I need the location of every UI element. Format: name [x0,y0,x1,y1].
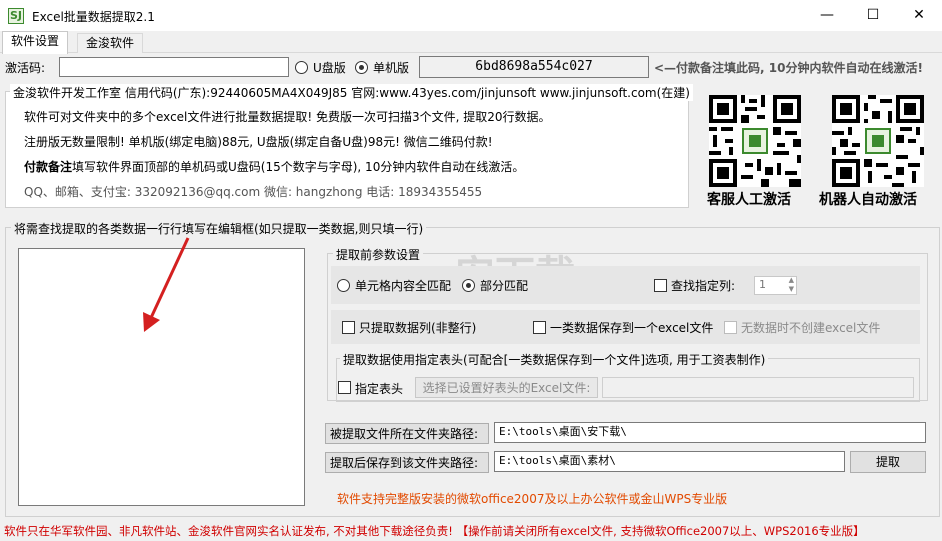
choose-header-file-button[interactable]: 选择已设置好表头的Excel文件: [415,377,598,398]
standalone-version-label: 单机版 [373,61,410,75]
standalone-version-radio[interactable] [355,61,368,74]
source-folder-input[interactable]: E:\tools\桌面\安下载\ [494,422,926,443]
info-line-3-bold: 付款备注 [24,160,73,174]
activation-label: 激活码: [5,61,46,75]
qr-code-manual [709,95,801,187]
qr-caption-manual: 客服人工激活 [707,192,791,208]
no-data-no-file-checkbox[interactable] [724,321,737,334]
only-column-checkbox[interactable] [342,321,355,334]
window-title: Excel批量数据提取2.1 [32,10,155,24]
find-column-label: 查找指定列: [671,279,736,293]
stepper-down-icon[interactable]: ▼ [789,285,794,293]
activation-code-input[interactable] [59,57,289,77]
match-cell-label: 单元格内容全匹配 [355,279,452,293]
match-partial-radio[interactable] [462,279,475,292]
info-line-2: 注册版无数量限制! 单机版(绑定电脑)88元, U盘版(绑定自备U盘)98元! … [24,135,493,149]
stepper-up-icon[interactable]: ▲ [789,276,794,284]
info-line-3-rest: 填写软件界面顶部的单机码或U盘码(15个数字与字母), 10分钟内软件自动在线激… [72,160,525,174]
header-group-title: 提取数据使用指定表头(可配合[一类数据保存到一个文件]选项, 用于工资表制作) [340,351,769,368]
header-file-path-input[interactable] [602,377,914,398]
info-group-title: 金浚软件开发工作室 信用代码(广东):92440605MA4X049J85 官网… [10,84,693,101]
target-folder-button[interactable]: 提取后保存到该文件夹路径: [325,452,489,473]
one-type-one-file-checkbox[interactable] [533,321,546,334]
footer-note: 软件只在华军软件园、非凡软件站、金浚软件官网实名认证发布, 不对其他下载途径负责… [4,524,865,538]
target-folder-input[interactable]: E:\tools\桌面\素材\ [494,451,845,472]
minimize-button[interactable]: — [804,0,850,31]
red-arrow-icon [143,237,190,332]
usb-version-label: U盘版 [313,61,346,75]
one-type-one-file-label: 一类数据保存到一个excel文件 [550,321,714,335]
no-data-no-file-label: 无数据时不创建excel文件 [741,321,881,335]
info-line-3: 付款备注填写软件界面顶部的单机码或U盘码(15个数字与字母), 10分钟内软件自… [24,158,524,175]
close-button[interactable]: ✕ [896,0,942,31]
qr-code-auto [832,95,924,187]
maximize-button[interactable]: ☐ [850,0,896,31]
qr-caption-auto: 机器人自动激活 [819,192,917,208]
edit-group-title: 将需查找提取的各类数据一行行填写在编辑框(如只提取一类数据,则只填一行) [11,220,427,237]
tab-settings[interactable]: 软件设置 [2,31,69,54]
params-group-title: 提取前参数设置 [333,246,424,263]
use-header-checkbox[interactable] [338,381,351,394]
tab-jinjun[interactable]: 金浚软件 [77,33,144,53]
activation-note: <—付款备注填此码, 10分钟内软件自动在线激活! [654,61,923,75]
match-partial-label: 部分匹配 [480,279,529,293]
use-header-label: 指定表头 [355,382,404,396]
source-folder-button[interactable]: 被提取文件所在文件夹路径: [325,423,489,444]
usb-version-radio[interactable] [295,61,308,74]
extract-button[interactable]: 提取 [850,451,926,473]
machine-code-display: 6bd8698a554c027 [419,56,649,78]
column-number-value: 1 [759,278,766,291]
match-cell-radio[interactable] [337,279,350,292]
only-column-label: 只提取数据列(非整行) [359,321,477,335]
find-column-checkbox[interactable] [654,279,667,292]
column-number-stepper[interactable]: 1 ▲ ▼ [754,276,797,295]
contact-info: QQ、邮箱、支付宝: 332092136@qq.com 微信: hangzhon… [24,185,483,199]
info-line-1: 软件可对文件夹中的多个excel文件进行批量数据提取! 免费版一次可扫描3个文件… [24,110,551,124]
app-icon: SJ [8,8,24,24]
support-note: 软件支持完整版安装的微软office2007及以上办公软件或金山WPS专业版 [337,492,728,506]
